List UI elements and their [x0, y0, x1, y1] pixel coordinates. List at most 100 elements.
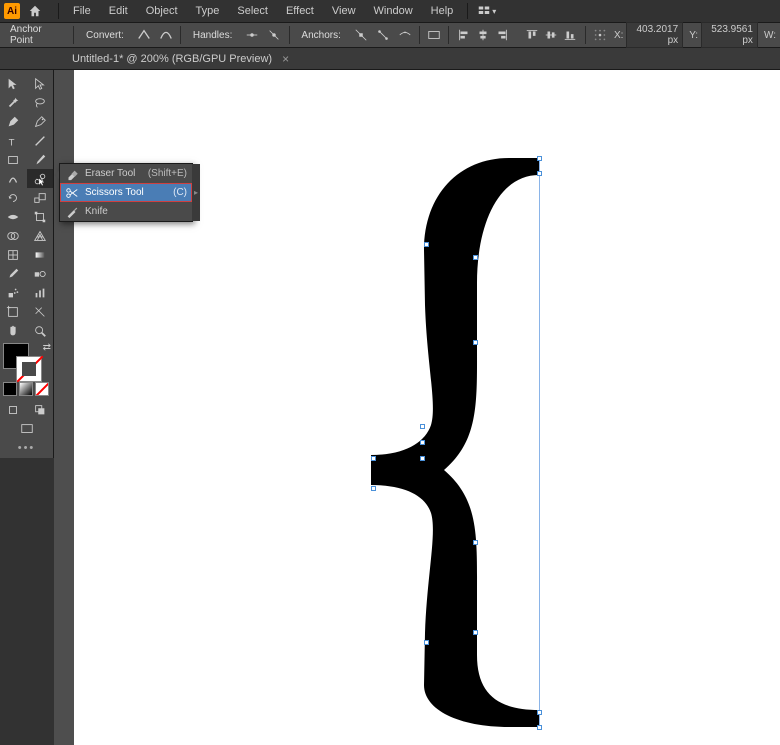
mesh-tool-icon[interactable] [0, 245, 27, 264]
anchor-point[interactable] [473, 255, 478, 260]
none-mode-icon[interactable] [35, 382, 49, 396]
w-label: W: [764, 30, 776, 41]
reference-point-icon[interactable] [592, 26, 608, 44]
anchor-point[interactable] [537, 725, 542, 730]
lasso-tool-icon[interactable] [27, 93, 54, 112]
menu-file[interactable]: File [65, 2, 99, 20]
convert-smooth-icon[interactable] [158, 26, 174, 44]
menu-edit[interactable]: Edit [101, 2, 136, 20]
slice-tool-icon[interactable] [27, 302, 54, 321]
width-tool-icon[interactable] [0, 207, 27, 226]
anchor-point[interactable] [420, 456, 425, 461]
anchors-remove-icon[interactable] [353, 26, 369, 44]
control-bar: Anchor Point Convert: Handles: Anchors: … [0, 22, 780, 48]
isolate-icon[interactable] [426, 26, 442, 44]
mode-label: Anchor Point [4, 24, 67, 46]
anchors-connect-icon[interactable] [375, 26, 391, 44]
shaper-tool-icon[interactable] [0, 169, 27, 188]
free-transform-tool-icon[interactable] [27, 207, 54, 226]
menu-view[interactable]: View [324, 2, 364, 20]
flyout-item-label: Eraser Tool [85, 168, 142, 179]
perspective-grid-tool-icon[interactable] [27, 226, 54, 245]
blend-tool-icon[interactable] [27, 264, 54, 283]
scale-tool-icon[interactable] [27, 188, 54, 207]
draw-behind-icon[interactable] [27, 400, 54, 419]
anchor-point[interactable] [420, 424, 425, 429]
eyedropper-tool-icon[interactable] [0, 264, 27, 283]
gradient-mode-icon[interactable] [19, 382, 33, 396]
swap-fill-stroke-icon[interactable]: ⇄ [43, 342, 51, 353]
paintbrush-tool-icon[interactable] [27, 150, 54, 169]
gradient-tool-icon[interactable] [27, 245, 54, 264]
handles-show-icon[interactable] [244, 26, 260, 44]
draw-normal-icon[interactable] [0, 400, 27, 419]
eraser-tool-icon[interactable] [27, 169, 54, 188]
screen-mode-icon[interactable] [0, 419, 53, 438]
anchor-point[interactable] [420, 440, 425, 445]
workspace-switcher-icon[interactable]: ▾ [478, 4, 496, 18]
x-coord: X: 403.2017 px [614, 22, 683, 48]
anchor-point[interactable] [537, 710, 542, 715]
align-vertical-group [523, 26, 579, 44]
anchor-point[interactable] [424, 242, 429, 247]
menu-help[interactable]: Help [423, 2, 462, 20]
artboard-tool-icon[interactable] [0, 302, 27, 321]
anchor-point[interactable] [473, 340, 478, 345]
svg-text:T: T [9, 137, 15, 148]
selection-edge [539, 158, 540, 729]
color-mode-icon[interactable] [3, 382, 17, 396]
document-tab[interactable]: Untitled-1* @ 200% (RGB/GPU Preview) × [62, 49, 299, 69]
align-bottom-icon[interactable] [561, 26, 579, 44]
align-top-icon[interactable] [523, 26, 541, 44]
fill-stroke-swatches[interactable]: ⇄ [0, 340, 53, 380]
anchors-cut-icon[interactable] [397, 26, 413, 44]
shape-builder-tool-icon[interactable] [0, 226, 27, 245]
flyout-item-shortcut: (C) [173, 187, 187, 198]
align-right-icon[interactable] [493, 26, 511, 44]
handles-hide-icon[interactable] [266, 26, 282, 44]
flyout-item-label: Knife [85, 206, 181, 217]
selection-tool-icon[interactable] [0, 74, 27, 93]
brace-shape[interactable] [369, 155, 544, 730]
anchor-point[interactable] [424, 640, 429, 645]
curvature-tool-icon[interactable] [27, 112, 54, 131]
align-left-icon[interactable] [455, 26, 473, 44]
anchor-point[interactable] [537, 171, 542, 176]
edit-toolbar-icon[interactable]: ••• [0, 438, 53, 458]
menu-type[interactable]: Type [188, 2, 228, 20]
tab-close-icon[interactable]: × [282, 52, 289, 66]
w-coord: W: [764, 30, 776, 41]
y-value[interactable]: 523.9561 px [701, 22, 758, 48]
type-tool-icon[interactable]: T [0, 131, 27, 150]
flyout-tearoff-icon[interactable]: ▸ [192, 164, 200, 221]
rectangle-tool-icon[interactable] [0, 150, 27, 169]
anchor-point[interactable] [537, 156, 542, 161]
flyout-item-eraser[interactable]: Eraser Tool (Shift+E) [60, 164, 192, 183]
stroke-swatch[interactable] [16, 356, 42, 382]
magic-wand-tool-icon[interactable] [0, 93, 27, 112]
symbol-sprayer-tool-icon[interactable] [0, 283, 27, 302]
menu-object[interactable]: Object [138, 2, 186, 20]
flyout-item-knife[interactable]: Knife [60, 202, 192, 221]
menu-window[interactable]: Window [366, 2, 421, 20]
rotate-tool-icon[interactable] [0, 188, 27, 207]
home-icon[interactable] [26, 2, 44, 20]
hand-tool-icon[interactable] [0, 321, 27, 340]
zoom-tool-icon[interactable] [27, 321, 54, 340]
line-tool-icon[interactable] [27, 131, 54, 150]
menu-select[interactable]: Select [229, 2, 276, 20]
anchor-point[interactable] [473, 630, 478, 635]
flyout-item-scissors[interactable]: Scissors Tool (C) [60, 183, 192, 202]
menu-effect[interactable]: Effect [278, 2, 322, 20]
x-value[interactable]: 403.2017 px [626, 22, 683, 48]
anchors-label: Anchors: [295, 30, 346, 41]
anchor-point[interactable] [371, 456, 376, 461]
anchor-point[interactable] [473, 540, 478, 545]
graph-tool-icon[interactable] [27, 283, 54, 302]
anchor-point[interactable] [371, 486, 376, 491]
align-hcenter-icon[interactable] [474, 26, 492, 44]
pen-tool-icon[interactable] [0, 112, 27, 131]
direct-selection-tool-icon[interactable] [27, 74, 54, 93]
align-vcenter-icon[interactable] [542, 26, 560, 44]
convert-corner-icon[interactable] [136, 26, 152, 44]
